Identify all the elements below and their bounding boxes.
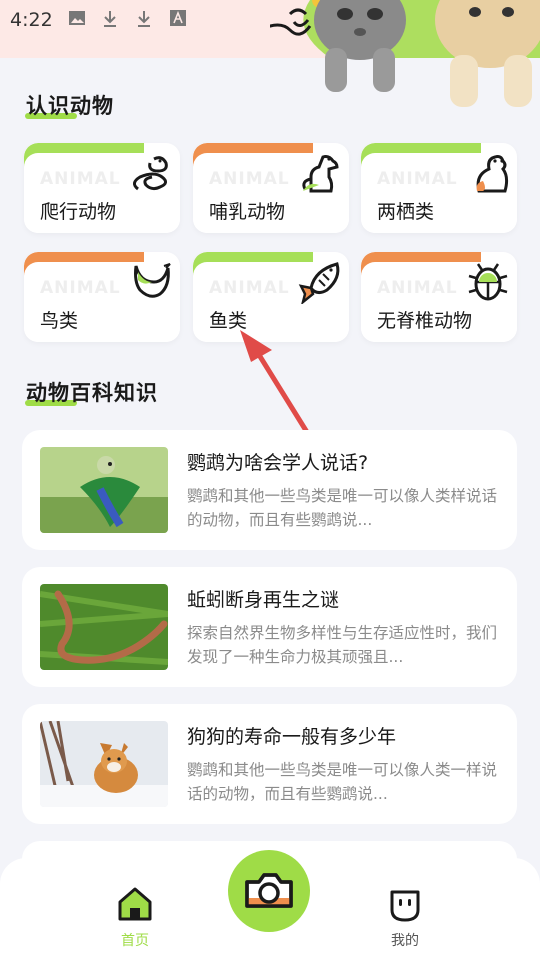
category-label: 哺乳动物 xyxy=(209,201,286,223)
camera-button[interactable] xyxy=(228,850,310,932)
article-thumbnail-earthworm xyxy=(40,584,168,670)
category-label: 鸟类 xyxy=(40,310,79,332)
category-label: 鱼类 xyxy=(209,310,248,332)
article-description: 鹦鹉和其他一些鸟类是唯一可以像人类一样说话的动物，而且有些鹦鹉说... xyxy=(187,761,498,803)
category-label: 两栖类 xyxy=(377,201,435,223)
article-card[interactable]: 狗狗的寿命一般有多少年 鹦鹉和其他一些鸟类是唯一可以像人类一样说话的动物，而且有… xyxy=(22,704,517,824)
nav-mine-label: 我的 xyxy=(391,933,419,949)
card-watermark: ANIMAL xyxy=(377,278,458,298)
article-card[interactable]: 鹦鹉为啥会学人说话? 鹦鹉和其他一些鸟类是唯一可以像人类样说话的动物，而且有些鹦… xyxy=(22,430,517,550)
fish-icon xyxy=(298,262,340,304)
download-icon xyxy=(136,10,152,32)
category-card-fish[interactable]: ANIMAL 鱼类 xyxy=(193,252,349,342)
dog-icon xyxy=(302,155,339,193)
article-description: 鹦鹉和其他一些鸟类是唯一可以像人类样说话的动物，而且有些鹦鹉说... xyxy=(187,487,498,529)
header-decoration xyxy=(270,0,540,112)
download-icon xyxy=(102,10,118,32)
nav-mine[interactable]: 我的 xyxy=(365,886,445,950)
category-card-birds[interactable]: ANIMAL 鸟类 xyxy=(24,252,180,342)
card-watermark: ANIMAL xyxy=(377,169,458,189)
section-title-encyclopedia: 动物百科知识 xyxy=(26,381,158,405)
article-thumbnail-dog xyxy=(40,721,168,807)
article-thumbnail-parrot xyxy=(40,447,168,533)
category-card-amphibians[interactable]: ANIMAL 两栖类 xyxy=(361,143,517,233)
category-label: 无脊椎动物 xyxy=(377,310,473,332)
font-notification-icon xyxy=(170,10,186,30)
profile-face-icon xyxy=(390,890,420,922)
article-description: 探索自然界生物多样性与生存适应性时，我们发现了一种生命力极其顽强且... xyxy=(187,624,498,666)
frog-icon xyxy=(476,155,509,193)
beetle-icon xyxy=(468,263,508,301)
article-title: 蚯蚓断身再生之谜 xyxy=(187,589,340,611)
snake-icon xyxy=(133,156,168,191)
card-watermark: ANIMAL xyxy=(209,278,290,298)
category-card-reptiles[interactable]: ANIMAL 爬行动物 xyxy=(24,143,180,233)
nav-home[interactable]: 首页 xyxy=(95,886,175,950)
category-label: 爬行动物 xyxy=(40,201,117,223)
card-watermark: ANIMAL xyxy=(40,278,121,298)
article-title: 鹦鹉为啥会学人说话? xyxy=(187,452,369,474)
bird-icon xyxy=(134,263,171,298)
category-card-mammals[interactable]: ANIMAL 哺乳动物 xyxy=(193,143,349,233)
article-card[interactable]: 蚯蚓断身再生之谜 探索自然界生物多样性与生存适应性时，我们发现了一种生命力极其顽… xyxy=(22,567,517,687)
nav-home-label: 首页 xyxy=(121,933,149,949)
card-watermark: ANIMAL xyxy=(40,169,121,189)
card-watermark: ANIMAL xyxy=(209,169,290,189)
status-time: 4:22 xyxy=(10,9,53,31)
article-title: 狗狗的寿命一般有多少年 xyxy=(187,726,397,748)
category-card-invertebrates[interactable]: ANIMAL 无脊椎动物 xyxy=(361,252,517,342)
section-title-know-animals: 认识动物 xyxy=(26,94,114,118)
image-notification-icon xyxy=(68,10,86,30)
home-icon xyxy=(118,887,152,921)
camera-icon xyxy=(245,873,293,908)
